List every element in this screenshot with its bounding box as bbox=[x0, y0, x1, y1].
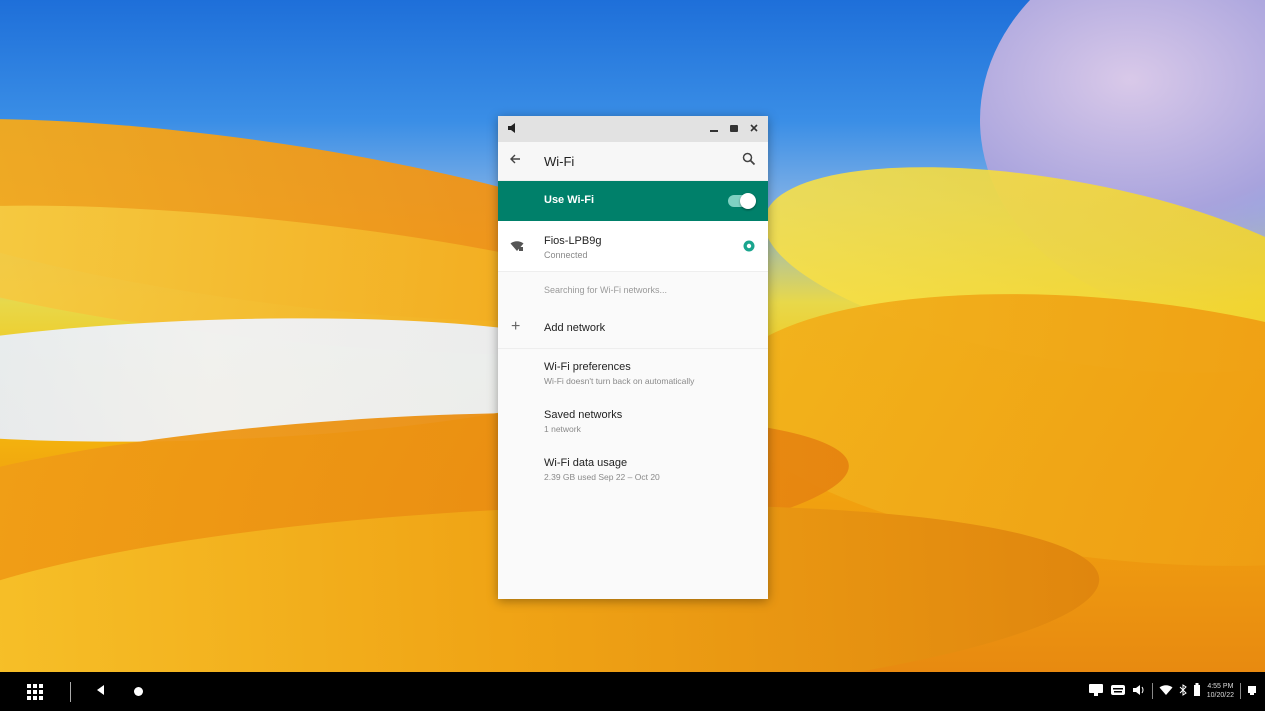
connected-network-row[interactable]: Fios-LPB9g Connected bbox=[498, 221, 768, 272]
screen-cast-icon[interactable] bbox=[1088, 683, 1104, 700]
searching-text: Searching for Wi-Fi networks... bbox=[544, 285, 668, 295]
volume-icon[interactable] bbox=[504, 120, 520, 136]
home-icon[interactable] bbox=[134, 687, 143, 696]
add-network-label: Add network bbox=[544, 322, 606, 334]
network-name: Fios-LPB9g bbox=[544, 235, 602, 247]
system-tray[interactable]: 4:55 PM 10/20/22 bbox=[1088, 682, 1257, 700]
clock-date: 10/20/22 bbox=[1206, 692, 1234, 699]
page-title: Wi-Fi bbox=[544, 154, 575, 169]
search-icon[interactable] bbox=[742, 152, 760, 170]
item-title: Wi-Fi preferences bbox=[544, 361, 631, 373]
taskbar: 4:55 PM 10/20/22 bbox=[0, 672, 1265, 711]
toggle-knob bbox=[740, 193, 756, 209]
wifi-data-usage-item[interactable]: Wi-Fi data usage 2.39 GB used Sep 22 – O… bbox=[498, 445, 768, 493]
wifi-lock-icon bbox=[510, 239, 524, 257]
saved-networks-item[interactable]: Saved networks 1 network bbox=[498, 397, 768, 445]
item-subtitle: 1 network bbox=[544, 424, 581, 434]
item-subtitle: 2.39 GB used Sep 22 – Oct 20 bbox=[544, 472, 660, 482]
bluetooth-icon[interactable] bbox=[1179, 683, 1187, 699]
use-wifi-label: Use Wi-Fi bbox=[544, 194, 595, 206]
wifi-preferences-item[interactable]: Wi-Fi preferences Wi-Fi doesn't turn bac… bbox=[498, 349, 768, 397]
plus-icon: + bbox=[511, 318, 521, 335]
add-network-row[interactable]: + Add network bbox=[498, 308, 768, 349]
volume-icon[interactable] bbox=[1132, 683, 1146, 700]
searching-status: Searching for Wi-Fi networks... bbox=[498, 272, 768, 308]
taskbar-divider bbox=[70, 682, 71, 702]
network-status: Connected bbox=[544, 250, 588, 260]
wifi-settings-window: Wi-Fi Use Wi-Fi Fios-LPB9g Connected Sea… bbox=[498, 116, 768, 599]
item-subtitle: Wi-Fi doesn't turn back on automatically bbox=[544, 376, 695, 386]
app-bar: Wi-Fi bbox=[498, 142, 768, 181]
battery-icon[interactable] bbox=[1193, 682, 1201, 700]
wifi-toggle[interactable] bbox=[728, 193, 756, 209]
app-launcher-icon[interactable] bbox=[27, 684, 43, 700]
wifi-icon[interactable] bbox=[1159, 684, 1173, 699]
keyboard-icon[interactable] bbox=[1110, 683, 1126, 700]
window-titlebar[interactable] bbox=[498, 116, 768, 142]
clock-time: 4:55 PM bbox=[1207, 683, 1234, 690]
back-arrow-icon[interactable] bbox=[509, 152, 521, 169]
notification-icon[interactable] bbox=[1247, 684, 1257, 699]
minimize-icon[interactable] bbox=[706, 120, 722, 136]
back-icon[interactable] bbox=[97, 685, 105, 698]
close-icon[interactable] bbox=[746, 120, 762, 136]
use-wifi-row[interactable]: Use Wi-Fi bbox=[498, 181, 768, 221]
item-title: Wi-Fi data usage bbox=[544, 457, 628, 469]
tray-divider bbox=[1240, 683, 1241, 699]
gear-icon[interactable] bbox=[742, 239, 756, 253]
clock[interactable]: 4:55 PM 10/20/22 bbox=[1207, 682, 1234, 700]
item-title: Saved networks bbox=[544, 409, 623, 421]
tray-divider bbox=[1151, 683, 1153, 699]
maximize-icon[interactable] bbox=[726, 120, 742, 136]
